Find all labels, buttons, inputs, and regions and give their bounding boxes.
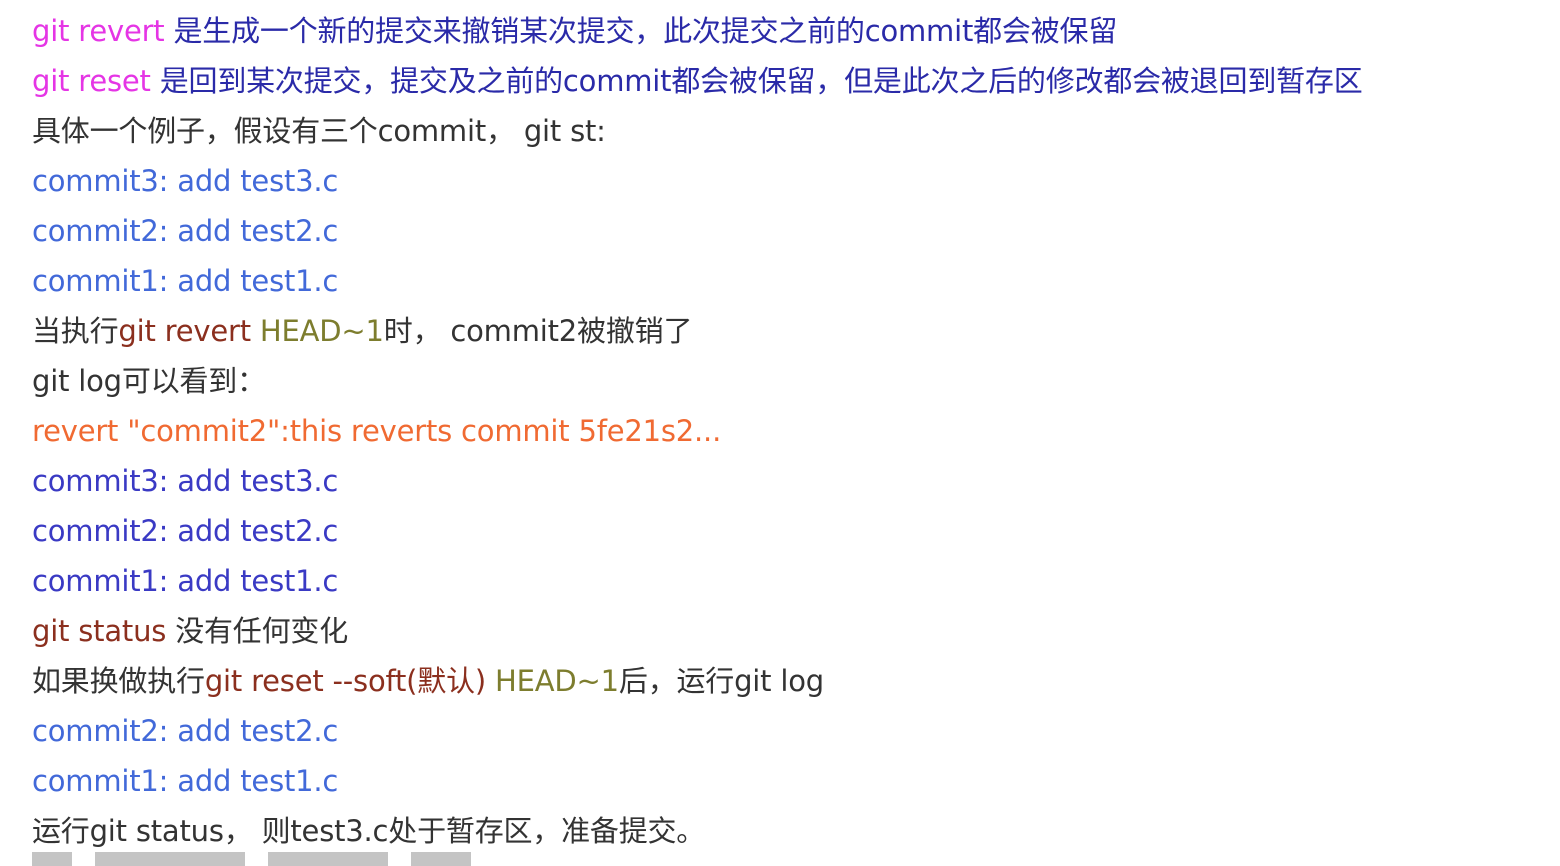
code-keyword: git reset <box>32 64 151 98</box>
line-text: 具体一个例子，假设有三个commit， git st: <box>32 114 606 148</box>
clipped-next-line <box>32 852 772 866</box>
line-text: 是生成一个新的提交来撤销某次提交，此次提交之前的commit都会被保留 <box>164 14 1118 48</box>
clipped-glyph <box>32 852 72 866</box>
text-line: 运行git status， 则test3.c处于暂存区，准备提交。 <box>32 806 1542 856</box>
commit-line: commit3: add test3.c <box>32 156 1542 206</box>
clipped-glyph <box>95 852 246 866</box>
code-keyword: git revert <box>32 14 165 48</box>
commit-entry: commit3: add test3.c <box>32 464 339 498</box>
commit-entry: commit1: add test1.c <box>32 564 339 598</box>
line-text: git log可以看到： <box>32 364 266 398</box>
text-line: 具体一个例子，假设有三个commit， git st: <box>32 106 1542 156</box>
commit-line: commit2: add test2.c <box>32 706 1542 756</box>
text-line: git reset 是回到某次提交，提交及之前的commit都会被保留，但是此次… <box>32 56 1542 106</box>
line-text: 后，运行git log <box>618 664 824 698</box>
commit-line: commit3: add test3.c <box>32 456 1542 506</box>
commit-entry: commit1: add test1.c <box>32 264 339 298</box>
commit-entry: commit3: add test3.c <box>32 164 339 198</box>
line-text: 如果换做执行 <box>32 664 205 698</box>
text-line: git revert 是生成一个新的提交来撤销某次提交，此次提交之前的commi… <box>32 6 1542 56</box>
text-line: git log可以看到： <box>32 356 1542 406</box>
line-text: 时， commit2被撤销了 <box>383 314 693 348</box>
clipped-glyph <box>268 852 389 866</box>
commit-entry: commit1: add test1.c <box>32 764 339 798</box>
revert-commit-entry: revert "commit2":this reverts commit 5fe… <box>32 414 722 448</box>
commit-line: commit1: add test1.c <box>32 756 1542 806</box>
line-text: 是回到某次提交，提交及之前的commit都会被保留，但是此次之后的修改都会被退回… <box>150 64 1363 98</box>
commit-entry: commit2: add test2.c <box>32 514 339 548</box>
text-line: 当执行git revert HEAD~1时， commit2被撤销了 <box>32 306 1542 356</box>
line-text: 运行git status， 则test3.c处于暂存区，准备提交。 <box>32 814 706 848</box>
commit-entry: commit2: add test2.c <box>32 214 339 248</box>
code-argument: HEAD~1 <box>250 314 384 348</box>
code-command: git status <box>32 614 167 648</box>
code-command: git revert <box>118 314 251 348</box>
code-command: git reset --soft(默认) <box>204 664 487 698</box>
code-argument: HEAD~1 <box>486 664 619 698</box>
commit-line: commit2: add test2.c <box>32 206 1542 256</box>
line-text: 当执行 <box>32 314 119 348</box>
document-body: git revert 是生成一个新的提交来撤销某次提交，此次提交之前的commi… <box>32 6 1542 856</box>
clipped-glyph <box>411 852 472 866</box>
commit-line: commit1: add test1.c <box>32 256 1542 306</box>
text-line: git status 没有任何变化 <box>32 606 1542 656</box>
line-text: 没有任何变化 <box>166 614 348 648</box>
text-line: 如果换做执行git reset --soft(默认) HEAD~1后，运行git… <box>32 656 1542 706</box>
commit-line: revert "commit2":this reverts commit 5fe… <box>32 406 1542 456</box>
commit-line: commit1: add test1.c <box>32 556 1542 606</box>
commit-line: commit2: add test2.c <box>32 506 1542 556</box>
commit-entry: commit2: add test2.c <box>32 714 339 748</box>
